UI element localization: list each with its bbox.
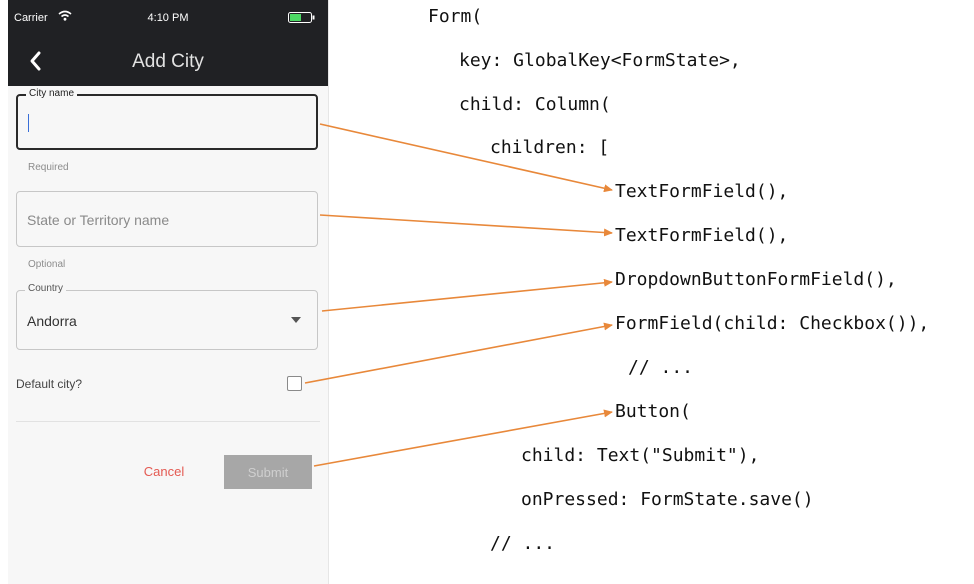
code-line: children: [ [490,137,610,158]
code-line: key: GlobalKey<FormState>, [459,50,741,71]
code-line: // ... [628,357,694,378]
code-line: onPressed: FormState.save() [521,489,814,510]
code-line: Form( [428,6,483,27]
code-line: child: Text("Submit"), [521,445,760,466]
code-line: Button( [615,401,691,422]
code-block: Form( key: GlobalKey<FormState>, child: … [0,0,974,584]
code-line: FormField(child: Checkbox()), [615,313,930,334]
code-line: TextFormField(), [615,225,789,246]
code-line: // ... [490,533,556,554]
code-line: child: Column( [459,94,611,115]
code-line: DropdownButtonFormField(), [615,269,897,290]
code-line: TextFormField(), [615,181,789,202]
